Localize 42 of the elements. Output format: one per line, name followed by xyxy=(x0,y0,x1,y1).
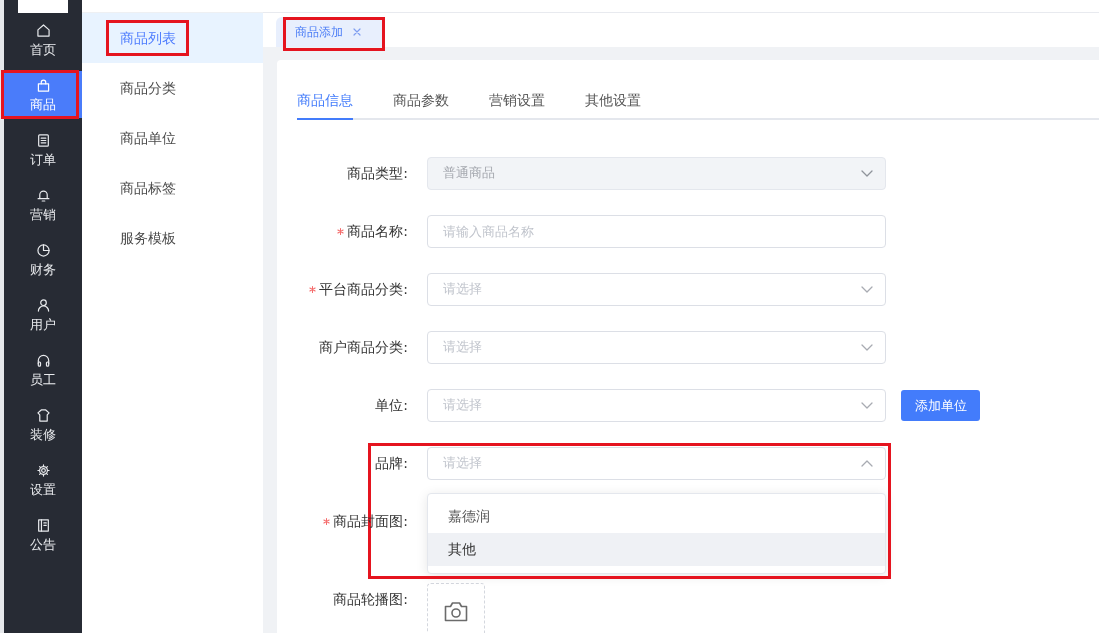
add-unit-button[interactable]: 添加单位 xyxy=(901,390,980,421)
field-label: 单位: xyxy=(375,396,408,415)
home-icon xyxy=(36,24,50,37)
pie-chart-icon xyxy=(36,244,50,257)
logo-block xyxy=(18,0,68,13)
upload-box[interactable] xyxy=(427,583,485,633)
tab[interactable]: 商品参数 xyxy=(393,82,449,120)
nav-item[interactable]: 营销 xyxy=(4,181,82,228)
field-label: 商品类型: xyxy=(347,164,408,183)
nav-item[interactable]: 装修 xyxy=(4,401,82,448)
nav-item[interactable]: 员工 xyxy=(4,346,82,393)
notebook-icon xyxy=(36,519,50,532)
tab[interactable]: 营销设置 xyxy=(489,82,545,120)
shirt-icon xyxy=(36,409,50,422)
nav-item[interactable]: 财务 xyxy=(4,236,82,283)
camera-icon xyxy=(444,602,468,622)
nav-item[interactable]: 商品 xyxy=(4,71,82,118)
bag-icon xyxy=(36,79,50,92)
nav-item[interactable]: 首页 xyxy=(4,16,82,63)
nav-item[interactable]: 订单 xyxy=(4,126,82,173)
tab[interactable]: 其他设置 xyxy=(585,82,641,120)
field-label: 品牌: xyxy=(375,454,408,473)
nav-item[interactable]: 公告 xyxy=(4,511,82,558)
submenu-item[interactable]: 商品单位 xyxy=(82,113,263,163)
field-label: 商户商品分类: xyxy=(319,338,408,357)
user-icon xyxy=(36,299,50,312)
text-input[interactable]: 请输入商品名称 xyxy=(427,215,886,248)
nav-item[interactable]: 用户 xyxy=(4,291,82,338)
field-label: 平台商品分类: xyxy=(319,280,408,299)
document-icon xyxy=(36,134,50,147)
bell-icon xyxy=(36,189,50,202)
settings-icon xyxy=(36,464,50,477)
dropdown-option[interactable]: 其他 xyxy=(428,533,885,566)
nav-item[interactable]: 设置 xyxy=(4,456,82,503)
submenu-item[interactable]: 商品分类 xyxy=(82,63,263,113)
headphones-icon xyxy=(36,354,50,367)
field-label: 商品名称: xyxy=(347,222,408,241)
submenu-item[interactable]: 商品标签 xyxy=(82,163,263,213)
field-label: 商品轮播图: xyxy=(333,590,408,609)
tab[interactable]: 商品信息 xyxy=(297,82,353,120)
submenu-item[interactable]: 服务模板 xyxy=(82,213,263,263)
dropdown-option[interactable]: 嘉德润 xyxy=(428,500,885,533)
